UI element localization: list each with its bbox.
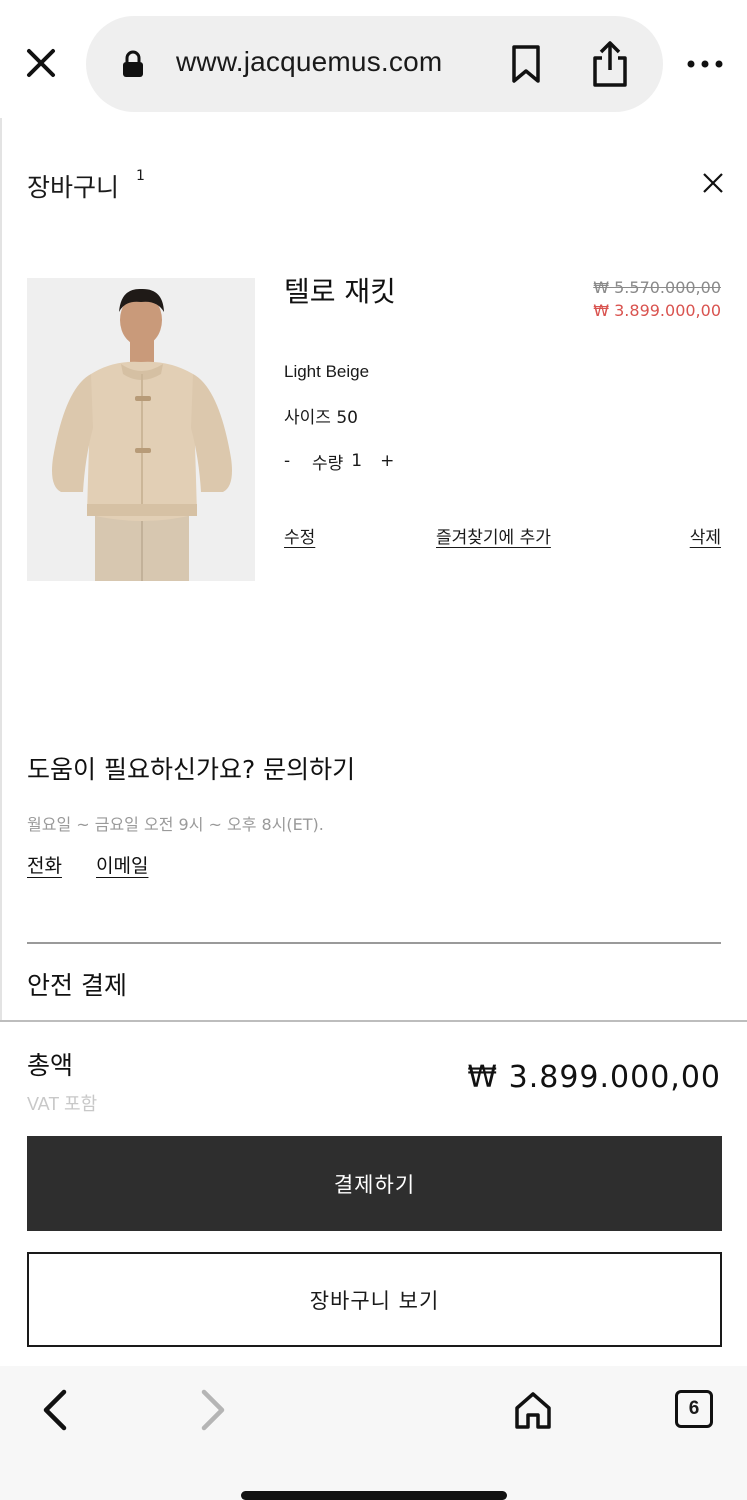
price-original: ₩ 5.570.000,00	[593, 278, 721, 297]
url-text[interactable]: www.jacquemus.com	[176, 46, 442, 78]
add-to-favorites-link[interactable]: 즐겨찾기에 추가	[436, 523, 551, 548]
tabs-icon[interactable]: 6	[675, 1390, 713, 1428]
delete-link[interactable]: 삭제	[690, 523, 721, 548]
product-size: 사이즈 50	[284, 408, 358, 428]
edit-link[interactable]: 수정	[284, 523, 315, 548]
divider	[27, 942, 721, 944]
back-icon[interactable]	[38, 1388, 70, 1432]
product-image[interactable]	[27, 278, 255, 581]
checkout-button[interactable]: 결제하기	[27, 1136, 722, 1231]
jacket-illustration	[27, 278, 255, 581]
quantity-value: 1	[351, 451, 363, 471]
browser-top-bar: www.jacquemus.com	[0, 0, 747, 118]
help-title: 도움이 필요하신가요? 문의하기	[27, 755, 356, 784]
product-name[interactable]: 텔로 재킷	[284, 270, 396, 310]
secure-payment-heading[interactable]: 안전 결제	[27, 966, 127, 1002]
help-hours: 월요일 ~ 금요일 오전 9시 ~ 오후 8시(ET).	[27, 815, 324, 834]
total-amount: ₩ 3.899.000,00	[467, 1060, 721, 1095]
price-sale: ₩ 3.899.000,00	[593, 301, 721, 320]
email-link[interactable]: 이메일	[96, 851, 148, 878]
cart-title: 장바구니	[27, 173, 120, 202]
total-label: 총액	[27, 1051, 74, 1080]
vat-note: VAT 포함	[27, 1094, 98, 1114]
bookmark-icon[interactable]	[510, 44, 542, 84]
product-color: Light Beige	[284, 362, 370, 381]
close-icon[interactable]	[22, 44, 60, 82]
forward-icon[interactable]	[198, 1388, 230, 1432]
home-indicator	[241, 1491, 507, 1500]
quantity-decrease-button[interactable]: -	[284, 451, 298, 471]
more-icon[interactable]	[686, 56, 724, 72]
browser-bottom-bar	[0, 1366, 747, 1500]
quantity-label: 수량	[312, 453, 344, 474]
view-cart-button[interactable]: 장바구니 보기	[27, 1252, 722, 1347]
cart-count: 1	[136, 168, 145, 184]
quantity-stepper: - 수량 1 +	[284, 448, 394, 474]
lock-icon	[123, 50, 143, 77]
home-icon[interactable]	[513, 1390, 553, 1430]
close-icon[interactable]	[702, 172, 724, 194]
phone-link[interactable]: 전화	[27, 851, 62, 878]
quantity-increase-button[interactable]: +	[380, 451, 394, 471]
share-icon[interactable]	[590, 40, 630, 88]
